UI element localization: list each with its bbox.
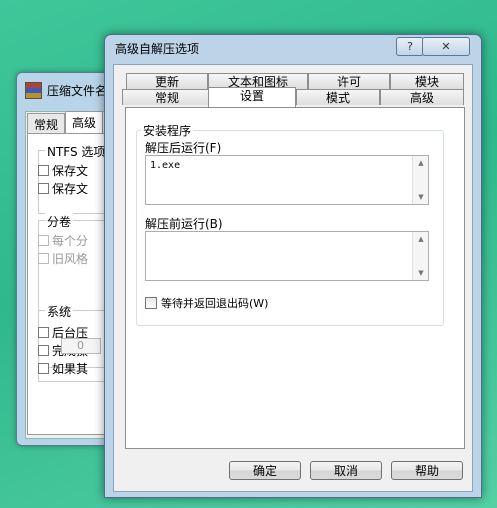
close-icon: ✕ <box>441 40 451 53</box>
run-after-input[interactable]: 1.exe ▲ ▼ <box>145 155 429 205</box>
ntfs-option-2-label: 保存文 <box>52 182 89 196</box>
wait-exit-code-checkbox[interactable] <box>145 297 157 309</box>
scroll-up-icon[interactable]: ▲ <box>413 232 429 246</box>
system-group-label: 系统 <box>45 303 74 320</box>
tab-module[interactable]: 模块 <box>390 73 464 89</box>
wait-exit-code-option[interactable]: 等待并返回退出码(W) <box>145 295 268 311</box>
ntfs-option-1[interactable]: 保存文 <box>38 162 88 179</box>
bg-tab-advanced[interactable]: 高级 <box>65 111 104 135</box>
advanced-sfx-dialog: 高级自解压选项 ? ✕ 更新 文本和图标 许可 模块 常规 设置 模式 高级 安… <box>104 34 482 498</box>
checkbox[interactable] <box>38 183 49 194</box>
scroll-down-icon[interactable]: ▼ <box>413 190 429 204</box>
run-after-value: 1.exe <box>150 160 181 171</box>
cancel-button[interactable]: 取消 <box>310 461 382 480</box>
system-option-3[interactable]: 如果其 <box>38 360 88 377</box>
checkbox[interactable] <box>38 345 49 356</box>
setup-program-group-label: 安装程序 <box>141 122 194 139</box>
background-window-titlebar: 压缩文件名 <box>25 81 107 99</box>
checkbox[interactable] <box>38 363 49 374</box>
close-button[interactable]: ✕ <box>422 37 470 56</box>
setup-tab-panel: 安装程序 解压后运行(F) 1.exe ▲ ▼ 解压前运行(B) ▲ ▼ 等待并 <box>125 107 465 449</box>
split-option-2[interactable]: 旧风格 <box>38 250 88 267</box>
checkbox[interactable] <box>38 235 49 246</box>
run-after-label: 解压后运行(F) <box>145 141 222 155</box>
scroll-down-icon[interactable]: ▼ <box>413 266 429 280</box>
winrar-icon <box>25 81 42 99</box>
tab-general[interactable]: 常规 <box>122 89 212 105</box>
checkbox[interactable] <box>38 253 49 264</box>
run-before-scrollbar[interactable]: ▲ ▼ <box>412 232 428 280</box>
split-option-1[interactable]: 每个分 <box>38 232 88 249</box>
run-before-label: 解压前运行(B) <box>145 217 223 231</box>
split-count-spinner[interactable]: 0 <box>61 338 101 354</box>
checkbox[interactable] <box>38 327 49 338</box>
wait-exit-code-label: 等待并返回退出码(W) <box>161 297 269 310</box>
tab-setup[interactable]: 设置 <box>208 87 296 107</box>
ntfs-group-label: NTFS 选项 <box>45 143 108 160</box>
ok-button[interactable]: 确定 <box>229 461 301 480</box>
help-button[interactable]: 帮助 <box>391 461 463 480</box>
background-window-title: 压缩文件名 <box>47 83 108 98</box>
setup-program-group: 安装程序 解压后运行(F) 1.exe ▲ ▼ 解压前运行(B) ▲ ▼ 等待并 <box>136 122 444 326</box>
checkbox[interactable] <box>38 165 49 176</box>
system-option-3-label: 如果其 <box>52 362 89 376</box>
tab-mode[interactable]: 模式 <box>296 89 380 105</box>
tab-advanced[interactable]: 高级 <box>380 89 464 105</box>
run-after-scrollbar[interactable]: ▲ ▼ <box>412 156 428 204</box>
scroll-up-icon[interactable]: ▲ <box>413 156 429 170</box>
ntfs-option-1-label: 保存文 <box>52 164 89 178</box>
tab-update[interactable]: 更新 <box>126 73 208 89</box>
ntfs-option-2[interactable]: 保存文 <box>38 180 88 197</box>
split-option-2-label: 旧风格 <box>52 252 89 266</box>
split-option-1-label: 每个分 <box>52 234 89 248</box>
help-title-button[interactable]: ? <box>396 37 424 56</box>
run-before-input[interactable]: ▲ ▼ <box>145 231 429 281</box>
question-icon: ? <box>407 40 413 53</box>
tab-license[interactable]: 许可 <box>308 73 390 89</box>
dialog-title: 高级自解压选项 <box>115 42 200 56</box>
split-group-label: 分卷 <box>45 213 74 230</box>
